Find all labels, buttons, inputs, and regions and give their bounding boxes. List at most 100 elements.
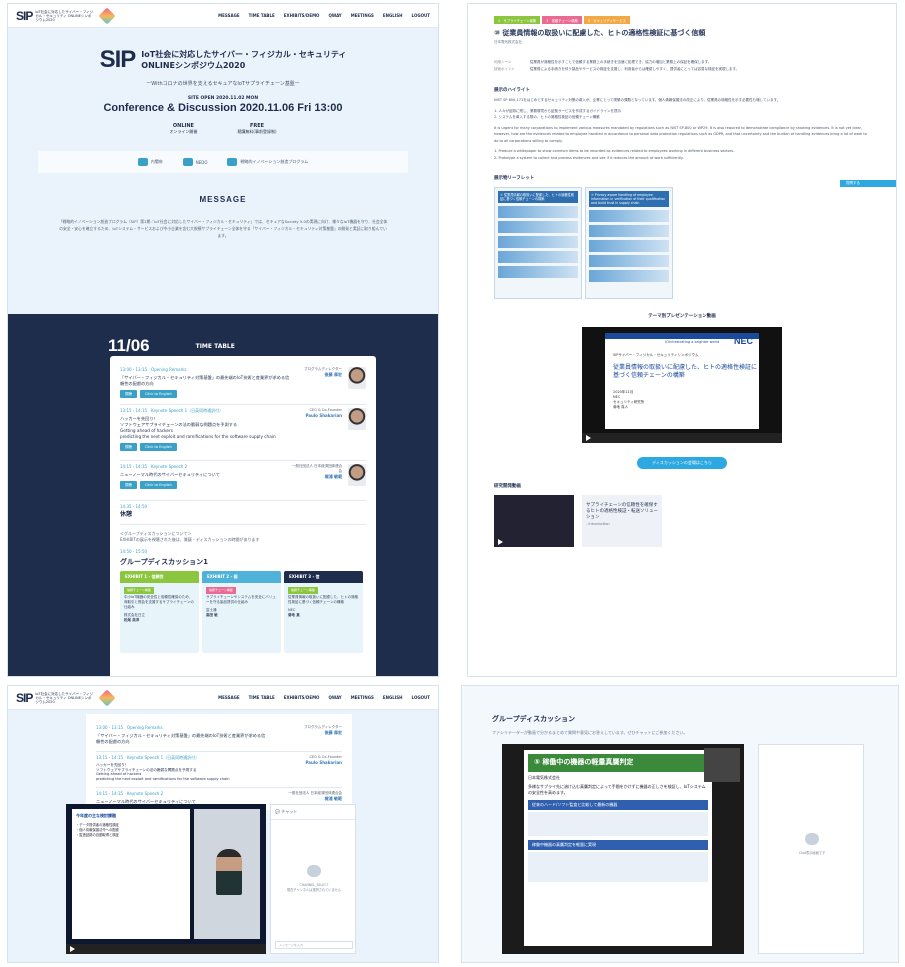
session-title: 「サイバー・フィジカル・セキュリティ対策基盤」の最先端のIoT技術と産業界が求め… [120, 375, 290, 386]
video-tagline: \Orchestrating a brighter world [665, 340, 720, 344]
zoom-meeting-view[interactable]: ⑤ 稼働中の機器の軽量真贋判定 日本電気株式会社 多様なサプライ先に溶け込む真贋… [502, 744, 744, 954]
presentation-video[interactable]: NEC \Orchestrating a brighter world SIPサ… [582, 327, 782, 443]
sponsor-logos: 内閣府 NEDO 戦略的イノベーション創造プログラム [38, 151, 408, 173]
nav-logout[interactable]: LOGOUT [412, 13, 430, 18]
site-logo-text: IoT社会に対応したサイバー・フィジカル・セキュリティ ONLINEシンポジウム… [35, 9, 94, 22]
nav-meetings[interactable]: MEETINGS [351, 695, 374, 700]
speaker-name: Paulo Shakarian [305, 760, 342, 765]
symposium-logo-icon [98, 7, 116, 24]
session-title: ハッカーを先回り！ ソフトウェアサプライチェーンの法の脆弱な問題点を予測する G… [120, 416, 276, 439]
session-time: 13:00 - 13:15 Opening Remarks [120, 367, 187, 372]
shared-slide-org: 日本電気株式会社 [528, 775, 560, 780]
demo-video-thumbnail[interactable] [494, 495, 574, 547]
discussion-venue-button[interactable]: ディスカッションの会場はこちら [637, 457, 727, 469]
watch-button[interactable]: 視聴 [120, 443, 137, 451]
speaker-role: プログラムディレクター [303, 725, 342, 729]
speaker-role: 一般社団法人 日本経済団体連合会 [288, 791, 342, 796]
exhibit-card[interactable]: EXHIBIT 2 - 個 信頼チェーン構築 サプライチェーンやシステムを安全にバ… [202, 571, 281, 653]
nav-exhibits[interactable]: EXHIBITS/DEMO [284, 13, 320, 18]
nav-message[interactable]: MESSAGE [218, 695, 239, 700]
video-event: SIPサイバー・フィジカル・セキュリティシンポジウム [613, 353, 699, 357]
watch-button[interactable]: 視聴 [120, 481, 137, 489]
demo-video-thumbnail[interactable]: サプライチェーンの信頼性を確保するヒトの適格性検証・転送ソリューション - Int… [582, 495, 662, 547]
sip-logo[interactable]: SIP [16, 9, 33, 23]
group-discussion-panel: グループディスカッション ファシリテーターが動画で分かるまとめて質問や意見にお答… [462, 686, 898, 962]
header-bar: SIP IoT社会に対応したサイバー・フィジカル・セキュリティ ONLINEシン… [8, 686, 438, 710]
exhibit-detail-panel: 1 サプライチェーン構築 2 信頼チェーン構築 3 セキュリティサービス ⑩ 従… [468, 4, 896, 676]
timetable-row: 14:15 - 14:35 Keynote Speech 2 ニューノーマル時代… [120, 461, 366, 501]
nav-exhibits[interactable]: EXHIBITS/DEMO [284, 695, 320, 700]
exhibit-presenter: 菊地 真 [288, 613, 300, 617]
video-controls[interactable] [66, 944, 266, 954]
nav-qway[interactable]: QWAY [328, 695, 341, 700]
category-tag: 3 セキュリティサービス [583, 16, 630, 24]
live-slide: 今年度の主な検討課題 ・データ提供者の適格性検証 ・個人情報保護法令への配慮 ・… [72, 809, 190, 939]
timetable-date: 11/06 [108, 336, 150, 355]
exhibit-company: 日本電気株式会社 [494, 40, 522, 44]
exhibit-card[interactable]: EXHIBIT 1 - 信頼性 信頼チェーン構築 中小IoT機器の安全性と信頼性確… [120, 571, 199, 653]
nav-timetable[interactable]: TIME TABLE [249, 13, 275, 18]
nav-english[interactable]: ENGLISH [383, 13, 403, 18]
leaflet-en[interactable]: ① Privacy aware handling of employee inf… [585, 187, 673, 299]
exhibit-list: EXHIBIT 1 - 信頼性 信頼チェーン構築 中小IoT機器の安全性と信頼性確… [120, 571, 366, 653]
leaflet-list: ① 従業員情報の取扱いに配慮した、ヒトの適格性検証に基づく信頼チェーンの構築 ①… [494, 187, 870, 299]
exhibit-heading: EXHIBIT 3 - 信 [284, 571, 363, 583]
nav-message[interactable]: MESSAGE [218, 13, 239, 18]
nav-qway[interactable]: QWAY [328, 13, 341, 18]
nav-meetings[interactable]: MEETINGS [351, 13, 374, 18]
free-info: FREE 聴講無料(事前登録制) [237, 123, 276, 135]
speaker-name: 梶浦 敏範 [324, 474, 343, 479]
nec-logo: NEC [733, 336, 753, 346]
landing-page-panel: SIP IoT社会に対応したサイバー・フィジカル・セキュリティ ONLINEシン… [8, 4, 438, 676]
chat-placeholder-text: Chat表示画面です [798, 851, 826, 855]
exhibit-presenter: 高田 敏 [206, 613, 218, 617]
demo-heading: 研究開発動画 [494, 484, 521, 489]
hero-title-line2: ONLINEシンポジウム2020 [141, 61, 246, 70]
summary-value: 従業員が適格性を示すことで信頼する業務上の手続きを迅速に処理でき、協力の増加と業… [530, 60, 712, 64]
sponsor-sip: 戦略的イノベーション創造プログラム [227, 157, 308, 167]
shared-slide-title: ⑤ 稼働中の機器の軽量真贋判定 [528, 754, 708, 772]
shared-slide-content [528, 852, 708, 882]
demo-title: サプライチェーンの信頼性を確保するヒトの適格性検証・転送ソリューション [586, 503, 658, 520]
highlight-english: It is urgent for many corporations to im… [494, 125, 867, 143]
highlight-heading: 展示のハイライト [494, 88, 530, 93]
session-title: ハッカーを先回り！ ソフトウェアサプライチェーンの法の脆弱な問題点を予測する G… [96, 763, 230, 781]
timetable-row: 13:00 - 13:15 Opening Remarks 「サイバー・フィジカ… [120, 364, 366, 405]
sponsor-name-1: 内閣府 [150, 159, 163, 164]
speaker-camera [194, 809, 260, 939]
nav-logout[interactable]: LOGOUT [412, 695, 430, 700]
english-button[interactable]: Click to English [140, 481, 177, 489]
exhibit-title: ⑩ 従業員情報の取扱いに配慮した、ヒトの適格性検証に基づく信頼 [494, 29, 706, 37]
sponsor-cabinet-office: 内閣府 [137, 157, 163, 167]
speaker-role: CEO & Co-Founder [309, 408, 342, 412]
demo-subtitle: - Introduction [586, 522, 610, 526]
chat-empty-text: CHANNEL_SELECT 現在チャンネルは選択されていません [287, 883, 341, 892]
sip-program-logo-icon [227, 158, 238, 166]
nav-english[interactable]: ENGLISH [383, 695, 403, 700]
shared-slide-content [528, 812, 708, 836]
live-video[interactable]: 今年度の主な検討課題 ・データ提供者の適格性検証 ・個人情報保護法令への配慮 ・… [66, 804, 266, 954]
sip-logo[interactable]: SIP [16, 691, 33, 705]
exhibit-card[interactable]: EXHIBIT 3 - 信 信頼チェーン構築 従業員情報の取扱いに配慮した、ヒトの… [284, 571, 363, 653]
leaflet-jp[interactable]: ① 従業員情報の取扱いに配慮した、ヒトの適格性検証に基づく信頼チェーンの構築 [494, 187, 582, 299]
exhibit-text: 中小IoT機器の安全性と信頼性確保のため、商取引と照会を支援するサプライチェーン… [124, 595, 194, 609]
play-icon[interactable] [586, 435, 591, 441]
speaker-figure [216, 849, 242, 895]
video-controls[interactable] [582, 433, 782, 443]
question-button[interactable]: 質問する [840, 180, 896, 187]
english-button[interactable]: Click to English [140, 390, 177, 398]
discussion-subtext: ファシリテーターが動画で分かるまとめて質問や意見にお答えしています。ぜひチャット… [492, 730, 688, 735]
english-button[interactable]: Click to English [140, 443, 177, 451]
nav-timetable[interactable]: TIME TABLE [249, 695, 275, 700]
watch-button[interactable]: 視聴 [120, 390, 137, 398]
online-sub: オンライン開催 [169, 129, 198, 134]
timetable-card: 13:00 - 13:15 Opening Remarks 「サイバー・フィジカル… [86, 714, 352, 810]
pause-icon[interactable] [70, 946, 75, 952]
play-icon[interactable] [498, 539, 503, 545]
free-sub: 聴講無料(事前登録制) [237, 129, 277, 134]
header-bar: SIP IoT社会に対応したサイバー・フィジカル・セキュリティ ONLINEシン… [8, 4, 438, 28]
online-info: ONLINE オンライン開催 [169, 123, 197, 135]
category-tag: 2 信頼チェーン構築 [542, 16, 582, 24]
chat-input[interactable]: メッセージを入力 [275, 941, 353, 949]
speaker-role: 一般社団法人 日本経済団体連合会 [292, 464, 343, 473]
